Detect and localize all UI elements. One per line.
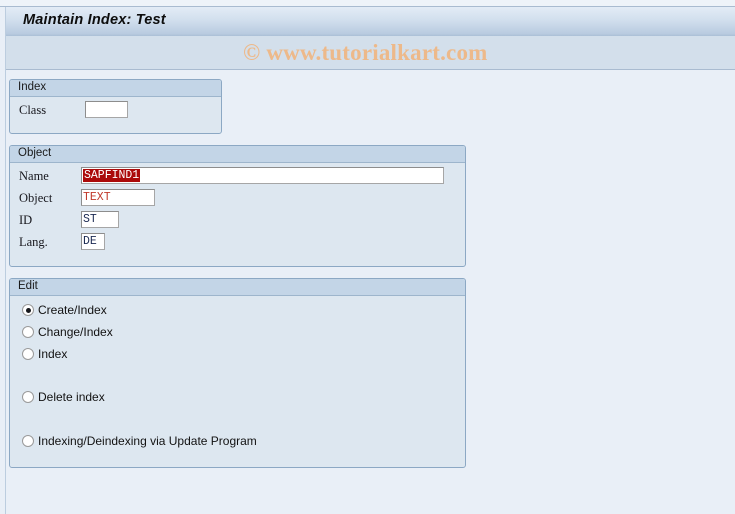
- page-title: Maintain Index: Test: [23, 12, 166, 28]
- index-group-panel: Index Class: [9, 79, 222, 134]
- watermark-band: © www.tutorialkart.com: [0, 36, 735, 70]
- object-panel-header: Object: [10, 146, 465, 163]
- radio-create-index[interactable]: Create/Index: [22, 302, 107, 318]
- id-label: ID: [19, 213, 33, 227]
- radio-button-icon: [22, 348, 34, 360]
- name-label: Name: [19, 169, 49, 183]
- object-panel-title: Object: [18, 147, 52, 159]
- radio-index-label: Index: [38, 347, 68, 361]
- radio-button-icon: [22, 326, 34, 338]
- radio-change-index-label: Change/Index: [38, 325, 113, 339]
- object-input[interactable]: TEXT: [81, 189, 155, 206]
- radio-button-icon: [22, 391, 34, 403]
- radio-delete-index[interactable]: Delete index: [22, 389, 105, 405]
- edit-group-panel: Edit Create/Index Change/Index Index Del…: [9, 278, 466, 468]
- watermark-text: © www.tutorialkart.com: [243, 40, 488, 65]
- radio-indexing-deindexing-update-program[interactable]: Indexing/Deindexing via Update Program: [22, 433, 257, 449]
- radio-button-icon: [22, 304, 34, 316]
- radio-delete-index-label: Delete index: [38, 390, 105, 404]
- radio-button-icon: [22, 435, 34, 447]
- title-bar: Maintain Index: Test: [0, 7, 735, 36]
- lang-label: Lang.: [19, 235, 48, 249]
- window-left-edge: [0, 7, 6, 514]
- name-input[interactable]: SAPFIND1: [81, 167, 444, 184]
- index-panel-header: Index: [10, 80, 221, 97]
- radio-change-index[interactable]: Change/Index: [22, 324, 113, 340]
- class-input[interactable]: [85, 101, 128, 118]
- class-label: Class: [19, 103, 47, 117]
- object-label: Object: [19, 191, 53, 205]
- object-panel-body: Name SAPFIND1 Object TEXT ID ST Lang. DE: [10, 163, 465, 265]
- radio-index[interactable]: Index: [22, 346, 67, 362]
- edit-panel-title: Edit: [18, 280, 38, 292]
- sap-screen: Maintain Index: Test © www.tutorialkart.…: [0, 0, 735, 514]
- window-top-strip: [0, 0, 735, 7]
- radio-create-index-label: Create/Index: [38, 303, 107, 317]
- object-group-panel: Object Name SAPFIND1 Object TEXT ID ST L…: [9, 145, 466, 267]
- index-panel-body: Class: [10, 97, 221, 132]
- index-panel-title: Index: [18, 81, 47, 93]
- edit-panel-header: Edit: [10, 279, 465, 296]
- lang-input[interactable]: DE: [81, 233, 105, 250]
- name-input-selection: SAPFIND1: [83, 169, 141, 182]
- edit-panel-body: Create/Index Change/Index Index Delete i…: [10, 296, 465, 466]
- id-input[interactable]: ST: [81, 211, 119, 228]
- radio-indexing-deindexing-update-program-label: Indexing/Deindexing via Update Program: [38, 434, 257, 448]
